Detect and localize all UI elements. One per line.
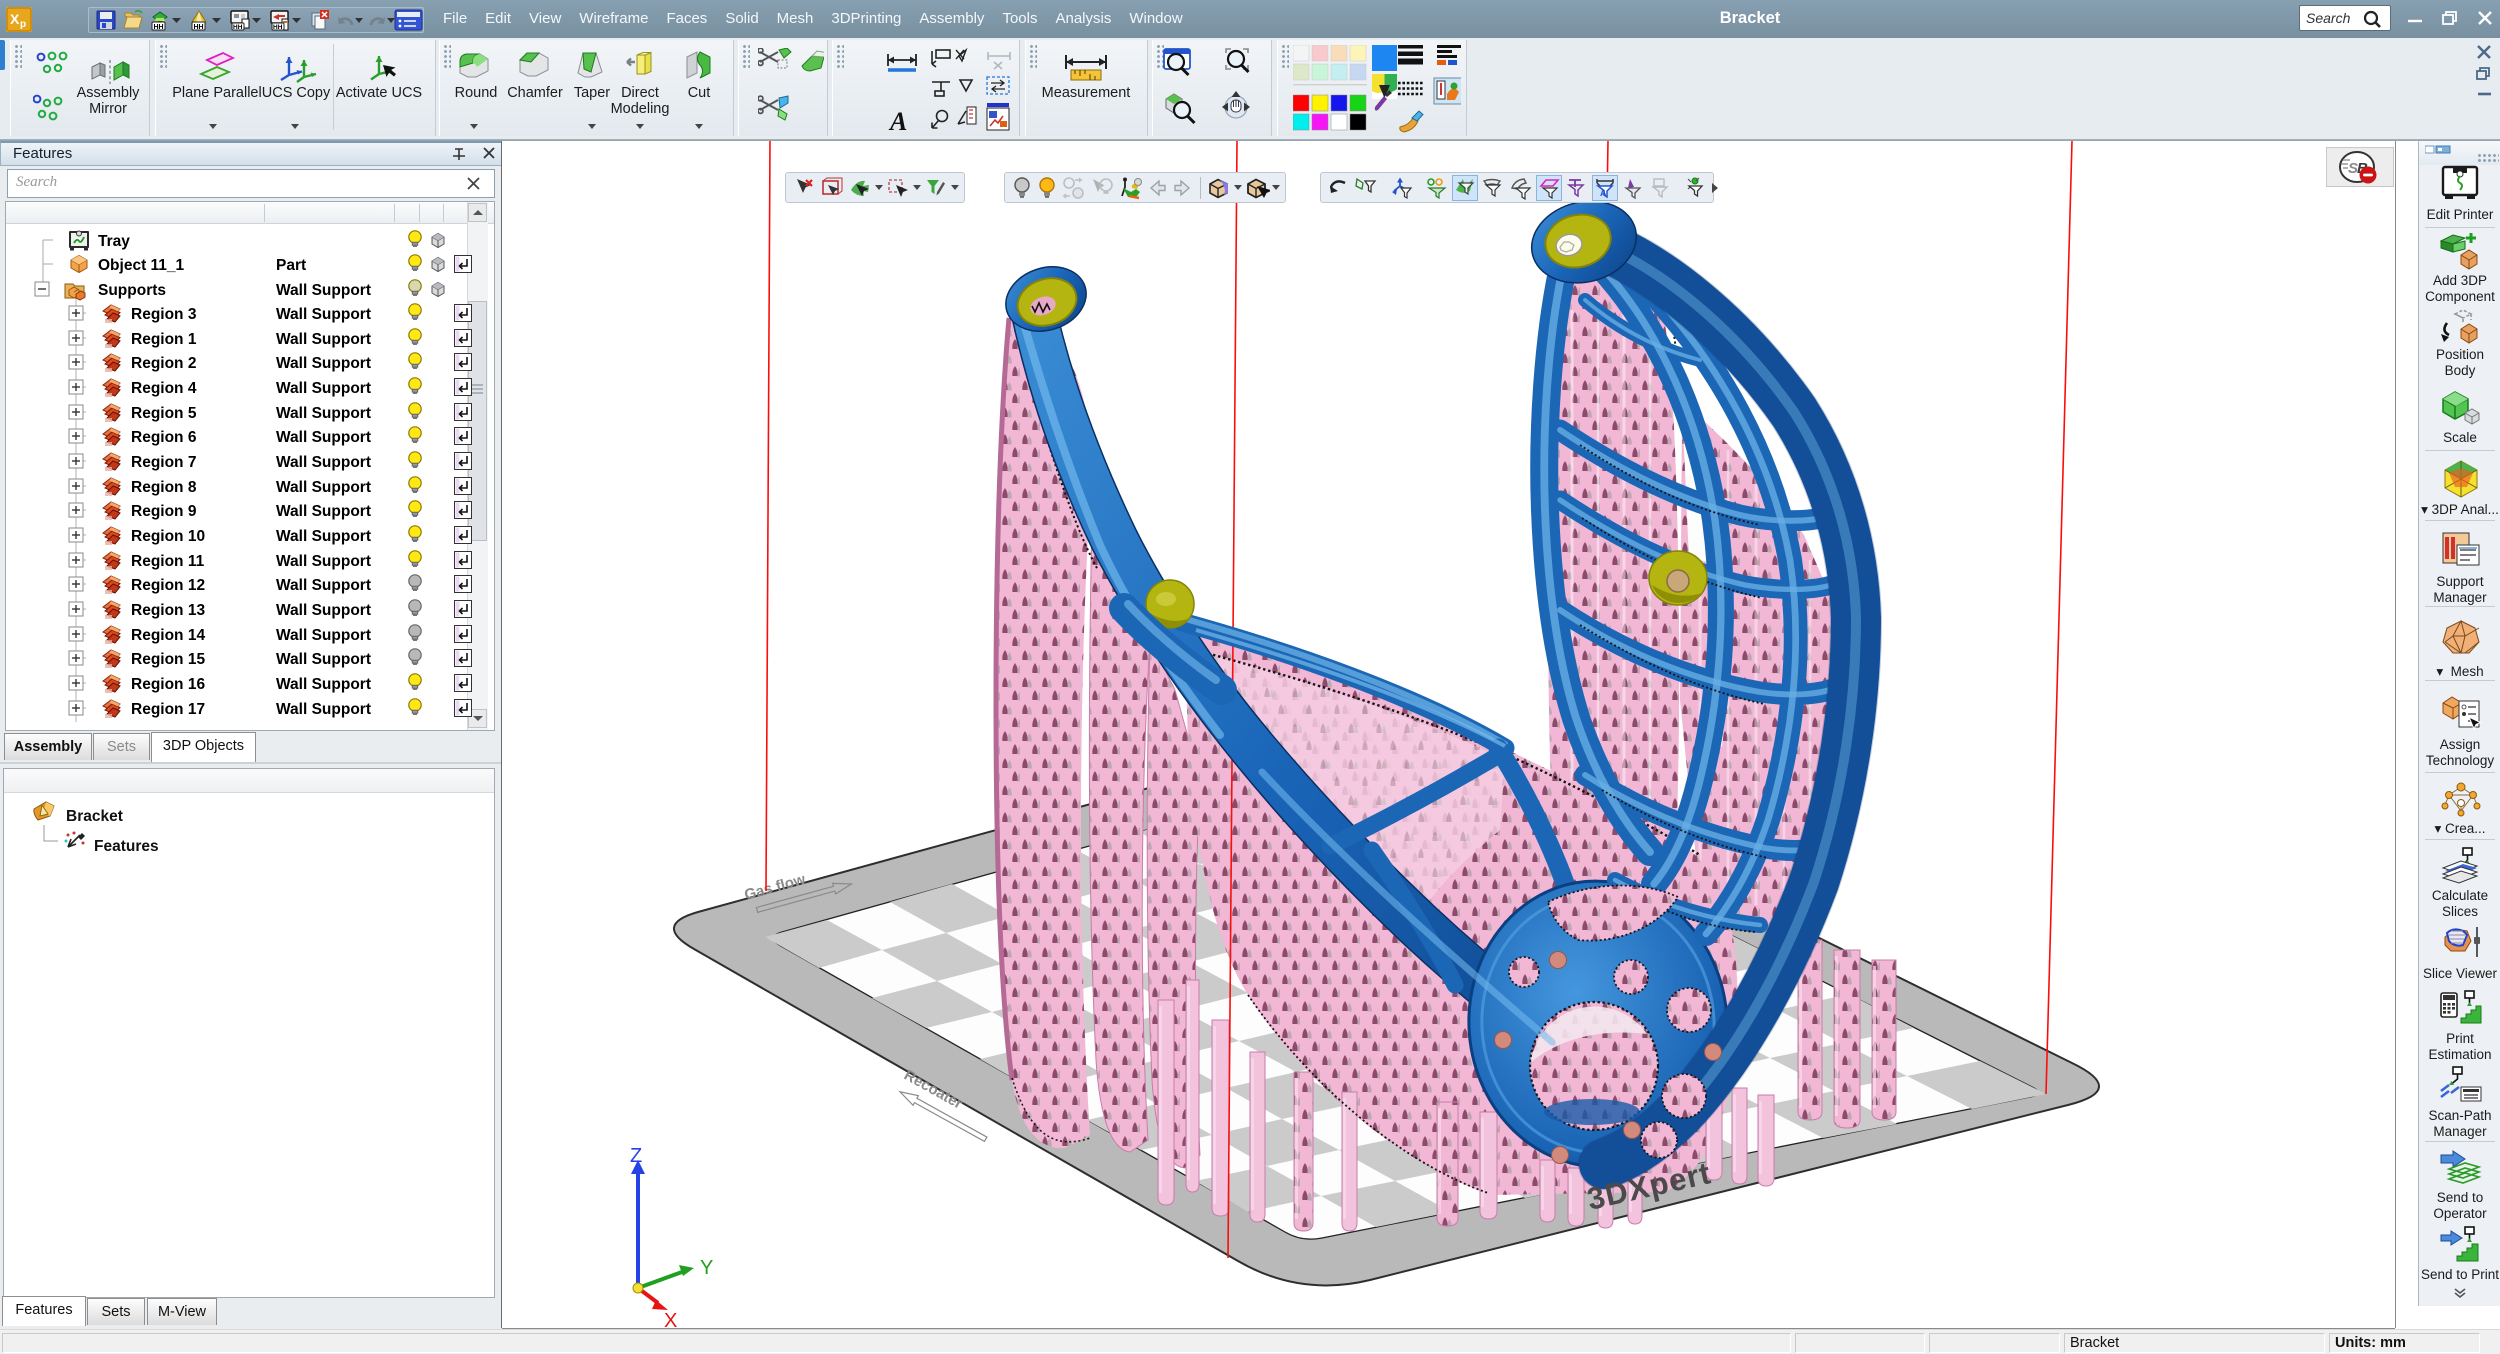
svg-text:Wall Support: Wall Support — [276, 676, 371, 693]
svg-text:HH: HH — [194, 24, 204, 31]
svg-text:Wall Support: Wall Support — [276, 454, 371, 471]
svg-text:Wall Support: Wall Support — [276, 627, 371, 644]
svg-text:Wall Support: Wall Support — [276, 355, 371, 372]
svg-text:Region 5: Region 5 — [131, 405, 197, 422]
svg-text:Wall Support: Wall Support — [276, 503, 371, 520]
svg-text:Region 15: Region 15 — [131, 651, 205, 668]
svg-text:Region 16: Region 16 — [131, 676, 205, 693]
svg-text:HH: HH — [273, 24, 283, 31]
svg-text:Wall Support: Wall Support — [276, 405, 371, 422]
svg-text:A: A — [888, 107, 907, 134]
svg-text:HH: HH — [233, 24, 243, 31]
svg-text:Region 7: Region 7 — [131, 454, 196, 471]
svg-text:Region 12: Region 12 — [131, 577, 205, 594]
svg-text:Region 13: Region 13 — [131, 602, 205, 619]
svg-text:Features: Features — [94, 838, 159, 855]
svg-text:Region 11: Region 11 — [131, 553, 205, 570]
svg-text:HH: HH — [154, 24, 164, 31]
svg-text:Tray: Tray — [98, 233, 130, 250]
svg-text:Wall Support: Wall Support — [276, 701, 371, 718]
svg-text:Wall Support: Wall Support — [276, 331, 371, 348]
svg-text:Region 14: Region 14 — [131, 627, 205, 644]
svg-text:Wall Support: Wall Support — [276, 602, 371, 619]
svg-text:Wall Support: Wall Support — [276, 479, 371, 496]
svg-text:Wall Support: Wall Support — [276, 553, 371, 570]
svg-text:Supports: Supports — [98, 282, 166, 299]
svg-text:Region 2: Region 2 — [131, 355, 196, 372]
svg-text:Region 17: Region 17 — [131, 701, 205, 718]
svg-text:A: A — [1600, 188, 1607, 198]
svg-text:Wall Support: Wall Support — [276, 651, 371, 668]
svg-text:Region 10: Region 10 — [131, 528, 205, 545]
svg-text:Region 3: Region 3 — [131, 306, 197, 323]
svg-text:Part: Part — [276, 257, 306, 274]
svg-text:Y: Y — [700, 1257, 713, 1279]
svg-text:Wall Support: Wall Support — [276, 528, 371, 545]
svg-text:X: X — [10, 11, 20, 27]
svg-text:Region 9: Region 9 — [131, 503, 197, 520]
svg-text:X: X — [664, 1310, 677, 1328]
svg-text:Z: Z — [630, 1145, 642, 1167]
svg-text:p: p — [20, 19, 26, 30]
svg-text:Region 6: Region 6 — [131, 429, 197, 446]
svg-text:Wall Support: Wall Support — [276, 429, 371, 446]
svg-text:Wall Support: Wall Support — [276, 306, 371, 323]
svg-text:Wall Support: Wall Support — [276, 577, 371, 594]
svg-text:Bracket: Bracket — [66, 808, 123, 825]
svg-text:Region 8: Region 8 — [131, 479, 197, 496]
svg-text:Region 1: Region 1 — [131, 331, 197, 348]
svg-text:Object 11_1: Object 11_1 — [98, 257, 185, 274]
svg-text:Wall Support: Wall Support — [276, 282, 371, 299]
svg-text:Wall Support: Wall Support — [276, 380, 371, 397]
svg-text:Region 4: Region 4 — [131, 380, 197, 397]
